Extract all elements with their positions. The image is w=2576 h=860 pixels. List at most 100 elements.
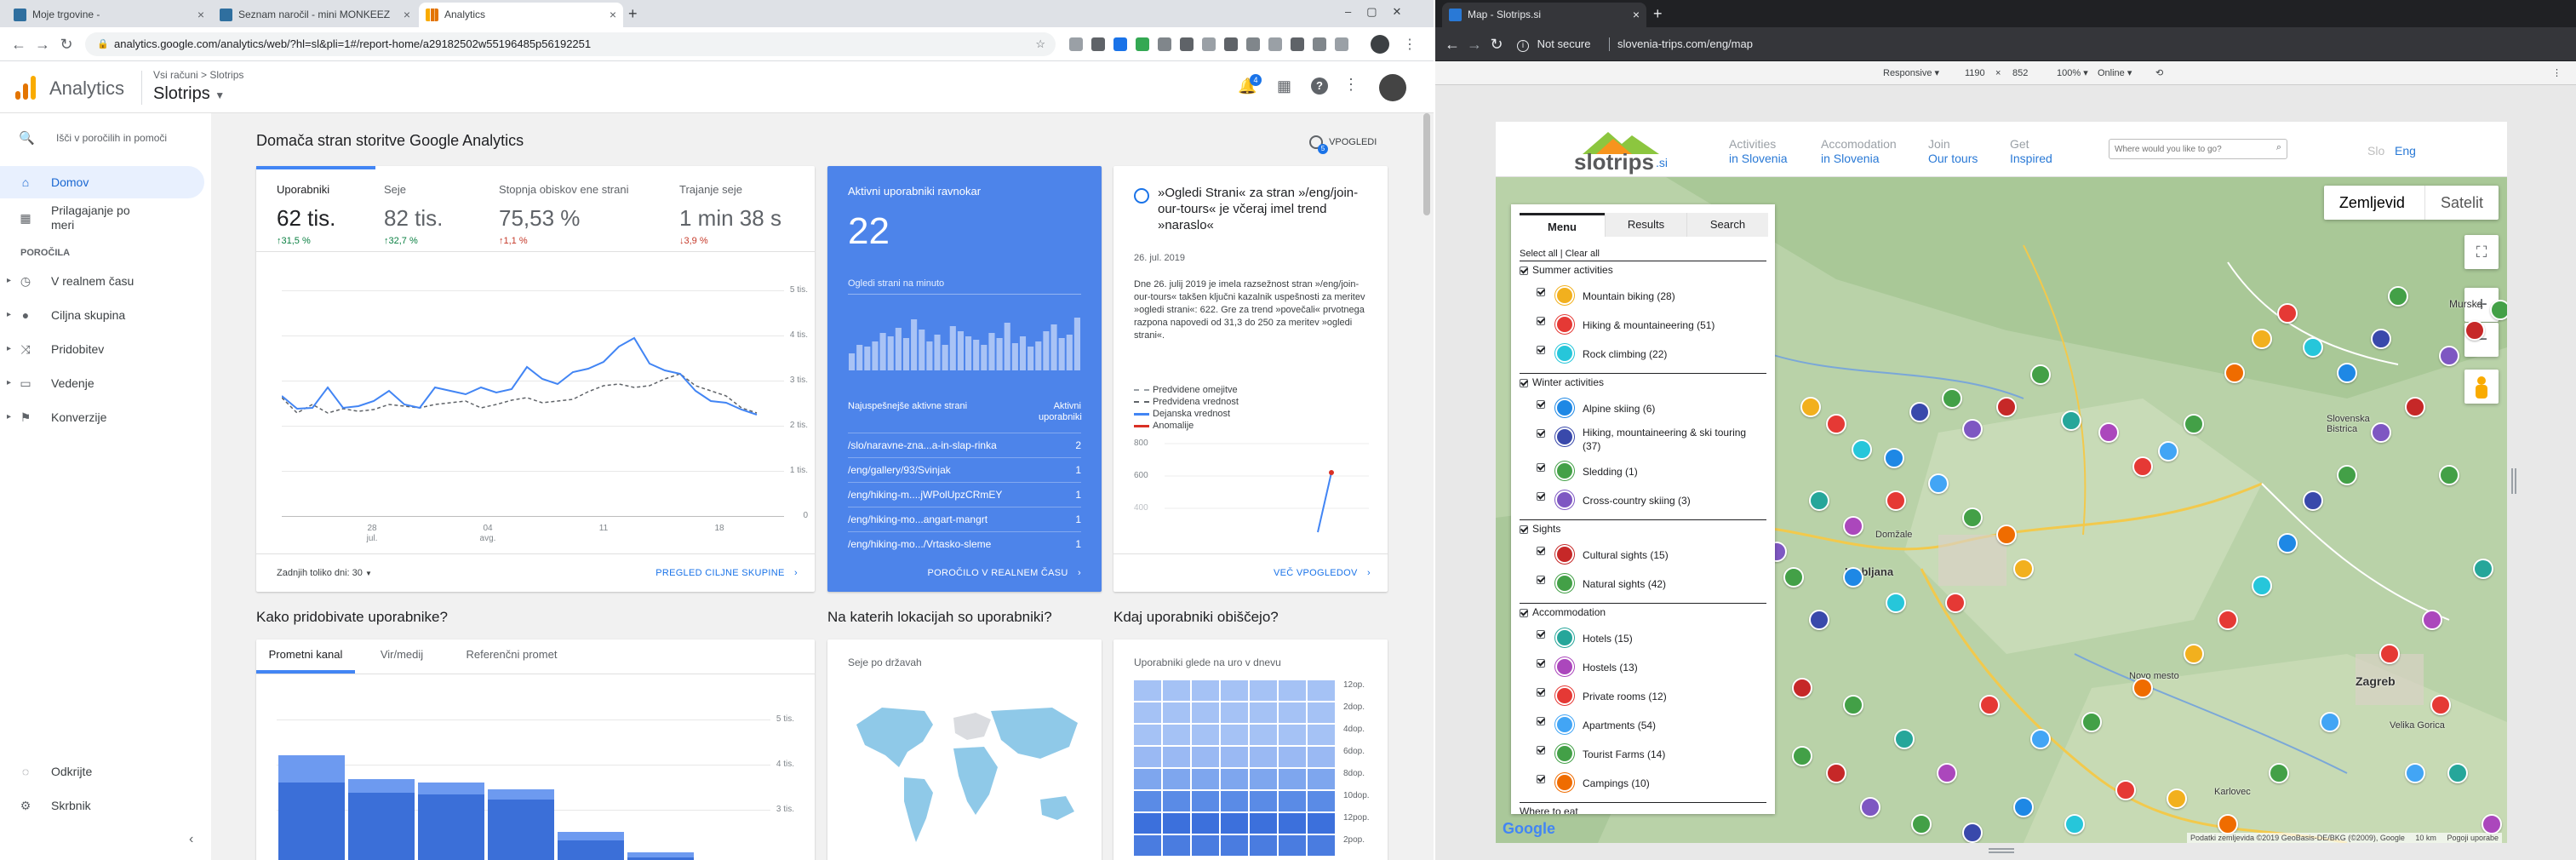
nav-admin[interactable]: ⚙ Skrbnik [0, 789, 211, 822]
realtime-row[interactable]: /eng/gallery/93/Svinjak 1 [848, 457, 1081, 482]
checkbox-checked-icon[interactable] [1537, 491, 1545, 501]
category-3[interactable]: Accommodation [1520, 606, 1606, 618]
search-icon[interactable]: ⌕ [2276, 142, 2281, 153]
checkbox-checked-icon[interactable] [1520, 378, 1528, 387]
filter-item[interactable]: Alpine skiing (6) [1511, 393, 1775, 422]
bike-map-pin[interactable] [1800, 397, 1821, 417]
sled-map-pin[interactable] [1942, 388, 1962, 409]
skitouring-map-pin[interactable] [2371, 329, 2391, 349]
museum-map-pin[interactable] [1996, 397, 2017, 417]
tent-map-pin[interactable] [2224, 363, 2245, 383]
zoom-select[interactable]: 100% ▾ [2057, 61, 2088, 85]
bed-map-pin[interactable] [2379, 644, 2400, 664]
climber-map-pin[interactable] [1852, 439, 1872, 460]
filter-item[interactable]: Private rooms (12) [1511, 681, 1775, 710]
hostel-map-pin[interactable] [1843, 516, 1863, 536]
checkbox-checked-icon[interactable] [1520, 525, 1528, 534]
checkbox-checked-icon[interactable] [1537, 716, 1545, 725]
hostel-map-pin[interactable] [2098, 422, 2119, 443]
climber-map-pin[interactable] [2303, 337, 2323, 358]
help-icon[interactable]: ? [1311, 77, 1328, 95]
tab-map-slotrips[interactable]: Map - Slotrips.si × [1442, 3, 1646, 27]
nav-audience[interactable]: ▸ ● Ciljna skupina [0, 299, 211, 331]
realtime-row[interactable]: /eng/hiking-m....jWPolUpzCRmEY 1 [848, 482, 1081, 507]
filter-item[interactable]: Cultural sights (15) [1511, 540, 1775, 569]
tree-map-pin[interactable] [1843, 695, 1863, 715]
filter-item[interactable]: Mountain biking (28) [1511, 281, 1775, 310]
checkbox-checked-icon[interactable] [1537, 687, 1545, 697]
resize-handle-right[interactable] [2511, 468, 2516, 494]
device-select[interactable]: Responsive ▾ [1883, 61, 1939, 85]
skier-map-pin[interactable] [2277, 533, 2298, 553]
bed-map-pin[interactable] [1886, 490, 1906, 511]
skier-map-pin[interactable] [2013, 797, 2034, 817]
skitouring-map-pin[interactable] [1909, 402, 1930, 422]
device-width-input[interactable]: 1190 [1965, 61, 1985, 85]
acq-bar[interactable] [278, 755, 345, 860]
filter-item[interactable]: Hostels (13) [1511, 652, 1775, 681]
resize-handle-bottom[interactable] [1989, 848, 2014, 853]
acq-bar[interactable] [348, 779, 415, 860]
skitouring-map-pin[interactable] [1962, 823, 1983, 843]
breadcrumb[interactable]: Vsi računi > Slotrips [153, 69, 243, 81]
climber-map-pin[interactable] [1886, 593, 1906, 613]
hiker-map-pin[interactable] [1826, 414, 1846, 434]
star-icon[interactable]: ☆ [1035, 32, 1045, 56]
reload-icon[interactable]: ↻ [1486, 34, 1507, 54]
extension-icon[interactable] [1335, 37, 1348, 51]
museum-map-pin[interactable] [1826, 763, 1846, 783]
farm-map-pin[interactable] [2269, 763, 2289, 783]
bed-map-pin[interactable] [1979, 695, 2000, 715]
apartment-map-pin[interactable] [1928, 473, 1949, 494]
checkbox-checked-icon[interactable] [1537, 428, 1545, 438]
realtime-row[interactable]: /slo/naravne-zna...a-in-slap-rinka 2 [848, 433, 1081, 457]
checkbox-checked-icon[interactable] [1537, 399, 1545, 409]
site-search-input[interactable] [2109, 140, 2263, 158]
menu-dots-icon[interactable]: ⋮ [1403, 36, 1417, 53]
hotel-map-pin[interactable] [2473, 559, 2493, 579]
reload-icon[interactable]: ↻ [56, 34, 77, 54]
filter-item[interactable]: Hiking & mountaineering (51) [1511, 310, 1775, 339]
extension-icon[interactable] [1136, 37, 1149, 51]
filter-item[interactable]: Hiking, mountaineering & ski touring (37… [1511, 422, 1775, 456]
lang-slo[interactable]: Slo [2367, 144, 2384, 158]
not-secure-indicator[interactable]: i Not secure [1517, 37, 1591, 52]
crosscountry-map-pin[interactable] [2371, 422, 2391, 443]
hiker-map-pin[interactable] [2115, 780, 2136, 800]
sled-map-pin[interactable] [2337, 465, 2357, 485]
close-tab-icon[interactable]: × [197, 3, 204, 27]
close-tab-icon[interactable]: × [1633, 3, 1640, 27]
tent-map-pin[interactable] [2132, 678, 2153, 698]
tree-map-pin[interactable] [1792, 746, 1812, 766]
checkbox-checked-icon[interactable] [1537, 316, 1545, 325]
bed-map-pin[interactable] [2430, 695, 2451, 715]
nav-conversions[interactable]: ▸ ⚑ Konverzije [0, 401, 211, 433]
filter-item[interactable]: Tourist Farms (14) [1511, 739, 1775, 768]
acq-bar[interactable] [488, 789, 554, 860]
crosscountry-map-pin[interactable] [2439, 346, 2459, 366]
extension-icon[interactable] [1158, 37, 1171, 51]
sled-map-pin[interactable] [1783, 567, 1804, 588]
tab-analytics[interactable]: Analytics × [419, 3, 623, 27]
sled-map-pin[interactable] [1911, 814, 1932, 834]
hotel-map-pin[interactable] [2447, 763, 2468, 783]
farm-map-pin[interactable] [1962, 507, 1983, 528]
hotel-map-pin[interactable] [2061, 410, 2081, 431]
audience-overview-link[interactable]: PREGLED CILJNE SKUPINE › [655, 568, 798, 578]
more-insights-link[interactable]: VEČ VPOGLEDOV › [1274, 568, 1371, 578]
nav-realtime[interactable]: ▸ ◷ V realnem času [0, 265, 211, 297]
bike-map-pin[interactable] [2252, 329, 2272, 349]
extension-icon[interactable] [1246, 37, 1260, 51]
tab-moje-trgovine[interactable]: Moje trgovine - × [7, 3, 211, 27]
nav-discover[interactable]: ◌ Odkrijte [0, 755, 211, 788]
apartment-map-pin[interactable] [2030, 729, 2051, 749]
crosscountry-map-pin[interactable] [1860, 797, 1880, 817]
category-1[interactable]: Winter activities [1520, 376, 1604, 388]
farm-map-pin[interactable] [2081, 712, 2102, 732]
new-tab-button[interactable]: + [1653, 5, 1663, 23]
forward-arrow-icon[interactable]: → [32, 34, 53, 54]
tree-map-pin[interactable] [2439, 465, 2459, 485]
checkbox-checked-icon[interactable] [1537, 658, 1545, 668]
filter-item[interactable]: Rock climbing (22) [1511, 339, 1775, 368]
skier-map-pin[interactable] [1884, 448, 1904, 468]
